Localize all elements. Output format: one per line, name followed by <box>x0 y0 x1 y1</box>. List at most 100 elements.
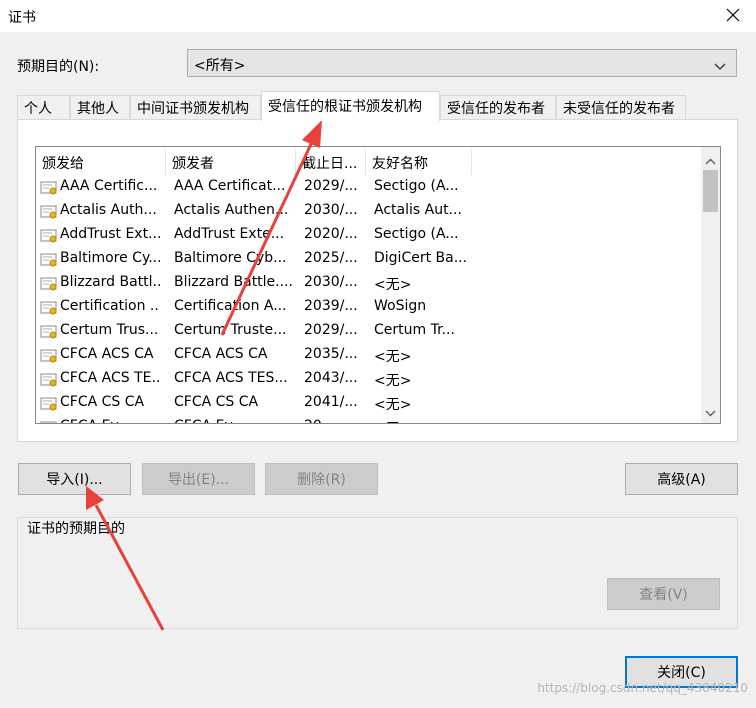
cell-friendly-name: WoSign <box>374 298 427 314</box>
delete-button[interactable]: 删除(R) <box>265 463 378 495</box>
table-row[interactable]: Certification ... Certification A... 2039/… <box>36 295 696 319</box>
cell-issued-by: CFCA ACS TES... <box>174 370 288 386</box>
tab-label: 受信任的根证书颁发机构 <box>268 99 422 115</box>
purpose-dropdown[interactable]: <所有> <box>187 49 737 77</box>
certificate-icon <box>40 348 58 368</box>
cell-issued-to: CFCA Ev... <box>60 418 160 423</box>
column-header-friendly-name[interactable]: 友好名称 <box>366 149 472 175</box>
cell-friendly-name: <无> <box>374 277 412 293</box>
vertical-scrollbar[interactable] <box>701 147 720 423</box>
cell-issued-by: AAA Certificat... <box>174 178 286 194</box>
close-icon[interactable] <box>722 4 744 26</box>
tab-personal[interactable]: 个人 <box>17 95 70 119</box>
table-row[interactable]: CFCA CS CA CFCA CS CA 2041/... <无> <box>36 391 696 415</box>
cell-issued-to: CFCA ACS CA <box>60 346 154 362</box>
certificate-icon <box>40 324 58 344</box>
cell-issued-by: CFCA CS CA <box>174 394 259 410</box>
certificate-icon <box>40 276 58 296</box>
tab-trusted-publishers[interactable]: 受信任的发布者 <box>440 95 556 119</box>
cell-friendly-name: Sectigo (A... <box>374 226 459 242</box>
import-button[interactable]: 导入(I)... <box>18 463 131 495</box>
cell-expiration: 2041/... <box>304 394 358 410</box>
export-button[interactable]: 导出(E)... <box>142 463 255 495</box>
cell-expiration: 2025/... <box>304 250 358 266</box>
cell-friendly-name: Sectigo (A... <box>374 178 459 194</box>
cell-expiration: 2035/... <box>304 346 358 362</box>
certificates-dialog: 证书 预期目的(N): <所有> 个人 其他人 中间证书颁发机构 受信任的根证书… <box>0 0 756 708</box>
cell-issued-to: AddTrust Ext... <box>60 226 160 242</box>
cell-friendly-name: <无> <box>374 418 470 423</box>
cell-expiration: 2043/... <box>304 370 358 386</box>
advanced-button[interactable]: 高级(A) <box>625 463 738 495</box>
cell-issued-to: Certification ... <box>60 298 160 314</box>
certificate-icon <box>40 252 58 272</box>
certificate-icon <box>40 420 58 423</box>
table-row[interactable]: CFCA ACS TE... CFCA ACS TES... 2043/... <无> <box>36 367 696 391</box>
view-button[interactable]: 查看(V) <box>607 578 720 610</box>
cell-friendly-name: <无> <box>374 373 412 389</box>
scroll-up-icon[interactable] <box>705 153 716 169</box>
cell-expiration: 20... <box>304 418 360 423</box>
title-bar: 证书 <box>0 0 756 32</box>
certificate-icon <box>40 228 58 248</box>
tab-untrusted-publishers[interactable]: 未受信任的发布者 <box>556 95 686 119</box>
cell-friendly-name: Certum Tr... <box>374 322 455 338</box>
cell-expiration: 2020/... <box>304 226 358 242</box>
cell-expiration: 2030/... <box>304 202 358 218</box>
table-row[interactable]: AddTrust Ext... AddTrust Exte... 2020/... S… <box>36 223 696 247</box>
column-header-issued-to[interactable]: 颁发给 <box>36 149 166 175</box>
table-row[interactable]: Certum Trus... Certum Truste... 2029/... Ce… <box>36 319 696 343</box>
cell-issued-by: CFCA ACS CA <box>174 346 268 362</box>
certificate-icon <box>40 204 58 224</box>
certificate-icon <box>40 372 58 392</box>
cell-issued-by: Certification A... <box>174 298 287 314</box>
cell-issued-by: Certum Truste... <box>174 322 287 338</box>
purpose-label: 预期目的(N): <box>17 59 100 75</box>
cell-issued-to: Certum Trus... <box>60 322 159 338</box>
scrollbar-thumb[interactable] <box>703 170 718 212</box>
cell-friendly-name: DigiCert Ba... <box>374 250 468 266</box>
cell-issued-to: AAA Certific... <box>60 178 158 194</box>
cell-issued-by: AddTrust Exte... <box>174 226 285 242</box>
tab-label: 个人 <box>24 101 52 117</box>
tab-label: 未受信任的发布者 <box>563 101 675 117</box>
chevron-down-icon <box>714 59 726 75</box>
tab-label: 中间证书颁发机构 <box>137 101 249 117</box>
table-row[interactable]: Actalis Auth... Actalis Authen... 2030/...… <box>36 199 696 223</box>
tab-trusted-root-ca[interactable]: 受信任的根证书颁发机构 <box>261 91 440 121</box>
window-title: 证书 <box>8 10 36 26</box>
cell-expiration: 2029/... <box>304 178 358 194</box>
cell-issued-to: CFCA CS CA <box>60 394 145 410</box>
tab-other-people[interactable]: 其他人 <box>70 95 130 119</box>
column-header-expiration[interactable]: 截止日... <box>296 149 366 175</box>
cell-issued-by: Baltimore Cyb... <box>174 250 287 266</box>
table-row[interactable]: Blizzard Battl... Blizzard Battle.... 2030… <box>36 271 696 295</box>
cell-friendly-name: <无> <box>374 397 412 413</box>
table-row[interactable]: AAA Certific... AAA Certificat... 2029/...… <box>36 175 696 199</box>
tab-intermediate-ca[interactable]: 中间证书颁发机构 <box>130 95 261 119</box>
certificate-icon <box>40 300 58 320</box>
table-row[interactable]: Baltimore Cy... Baltimore Cyb... 2025/... D… <box>36 247 696 271</box>
cell-issued-to: CFCA ACS TE... <box>60 370 160 386</box>
cell-friendly-name: Actalis Aut... <box>374 202 462 218</box>
table-row[interactable]: CFCA ACS CA CFCA ACS CA 2035/... <无> <box>36 343 696 367</box>
cell-issued-by: Actalis Authen... <box>174 202 289 218</box>
scroll-down-icon[interactable] <box>705 405 716 421</box>
cell-issued-to: Actalis Auth... <box>60 202 157 218</box>
column-header-issued-by[interactable]: 颁发者 <box>166 149 296 175</box>
table-row[interactable]: CFCA Ev... CFCA Ev... 20... <无> <box>36 415 696 423</box>
purpose-value: <所有> <box>194 58 246 74</box>
tab-label: 受信任的发布者 <box>447 101 545 117</box>
cell-issued-by: CFCA Ev... <box>174 418 292 423</box>
certificate-list[interactable]: 颁发给 颁发者 截止日... 友好名称 AAA Certific... AAA C… <box>35 146 721 424</box>
cell-expiration: 2039/... <box>304 298 358 314</box>
cell-issued-to: Baltimore Cy... <box>60 250 160 266</box>
certificate-icon <box>40 396 58 416</box>
cell-expiration: 2030/... <box>304 274 358 290</box>
cell-friendly-name: <无> <box>374 349 412 365</box>
group-label: 证书的预期目的 <box>25 518 127 538</box>
watermark: https://blog.csdn.net/qq_43840210 <box>537 681 748 695</box>
certificate-icon <box>40 180 58 200</box>
cell-issued-to: Blizzard Battl... <box>60 274 160 290</box>
tab-label: 其他人 <box>77 101 119 117</box>
